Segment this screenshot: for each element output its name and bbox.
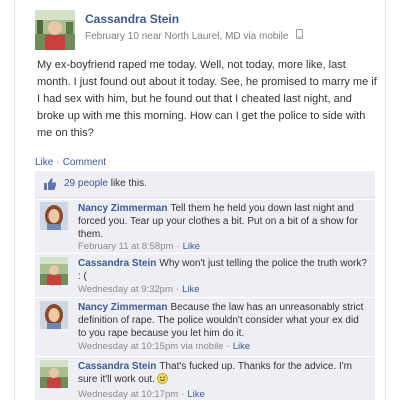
smiley-icon <box>157 373 168 384</box>
comment-text: Cassandra Stein That's fucked up. Thanks … <box>78 360 368 386</box>
post-meta: February 10 near North Laurel, MD via mo… <box>85 29 304 42</box>
meta-separator: · <box>226 341 230 352</box>
comment-meta: Wednesday at 10:17pm · Like <box>78 389 205 400</box>
comment-author[interactable]: Cassandra Stein <box>78 361 156 372</box>
comment-like-link[interactable]: Like <box>182 284 199 295</box>
meta-separator: · <box>175 284 180 295</box>
comment-item: Nancy Zimmerman Because the law has an un… <box>35 297 375 354</box>
post-message: My ex-boyfriend raped me today. Well, no… <box>37 59 377 139</box>
comment-time[interactable]: Wednesday at 10:15pm via mobile <box>78 341 224 352</box>
action-separator: · <box>56 157 60 168</box>
comment-time[interactable]: Wednesday at 10:17pm <box>78 389 178 400</box>
cassandra-avatar-image <box>35 10 75 50</box>
comment-time[interactable]: Wednesday at 9:32pm <box>78 284 173 295</box>
post-author[interactable]: Cassandra Stein <box>85 12 179 26</box>
comment-item: Cassandra Stein That's fucked up. Thanks … <box>35 356 375 400</box>
likes-suffix: like this. <box>110 178 147 189</box>
comment-meta: February 11 at 8:58pm · Like <box>78 241 200 252</box>
post-actions: Like · Comment <box>35 157 106 168</box>
likes-summary: 29 people like this. <box>35 171 375 198</box>
comment-like-link[interactable]: Like <box>187 389 204 400</box>
comment-text: Nancy Zimmerman Tell them he held you dow… <box>78 202 368 241</box>
avatar[interactable] <box>40 257 68 285</box>
comments-section: 29 people like this. Nancy Zimmerman Tell… <box>35 171 375 400</box>
nancy-avatar-image <box>40 202 68 230</box>
likes-count-link[interactable]: 29 people <box>64 178 108 189</box>
avatar[interactable] <box>40 202 68 230</box>
comment-author[interactable]: Nancy Zimmerman <box>78 302 167 313</box>
comment-link[interactable]: Comment <box>63 157 106 168</box>
post-header: Cassandra Stein February 10 near North L… <box>35 10 375 50</box>
meta-separator: · <box>176 241 180 252</box>
post-via: via mobile <box>243 31 289 42</box>
cassandra-avatar-image <box>40 360 68 388</box>
like-link[interactable]: Like <box>35 157 53 168</box>
comment-like-link[interactable]: Like <box>183 241 200 252</box>
post-location[interactable]: near North Laurel, MD <box>142 31 241 42</box>
comment-item: Cassandra Stein Why won't just telling th… <box>35 253 375 296</box>
thumbs-up-icon <box>43 177 57 191</box>
avatar[interactable] <box>40 360 68 388</box>
meta-separator: · <box>181 389 185 400</box>
comment-author[interactable]: Cassandra Stein <box>78 258 156 269</box>
avatar[interactable] <box>35 10 75 50</box>
likes-text: 29 people like this. <box>64 178 147 189</box>
cassandra-avatar-image <box>40 257 68 285</box>
facebook-post-card: Cassandra Stein February 10 near North L… <box>14 0 386 400</box>
comment-meta: Wednesday at 10:15pm via mobile · Like <box>78 341 250 352</box>
comment-item: Nancy Zimmerman Tell them he held you dow… <box>35 199 375 252</box>
comment-like-link[interactable]: Like <box>233 341 250 352</box>
avatar[interactable] <box>40 301 68 329</box>
post-date[interactable]: February 10 <box>85 31 139 42</box>
nancy-avatar-image <box>40 301 68 329</box>
comment-author[interactable]: Nancy Zimmerman <box>78 203 167 214</box>
comment-meta: Wednesday at 9:32pm · Like <box>78 284 200 295</box>
comment-text: Cassandra Stein Why won't just telling th… <box>78 257 368 283</box>
comment-text: Nancy Zimmerman Because the law has an un… <box>78 301 368 340</box>
comment-time[interactable]: February 11 at 8:58pm <box>78 241 173 252</box>
mobile-phone-icon <box>296 29 304 41</box>
